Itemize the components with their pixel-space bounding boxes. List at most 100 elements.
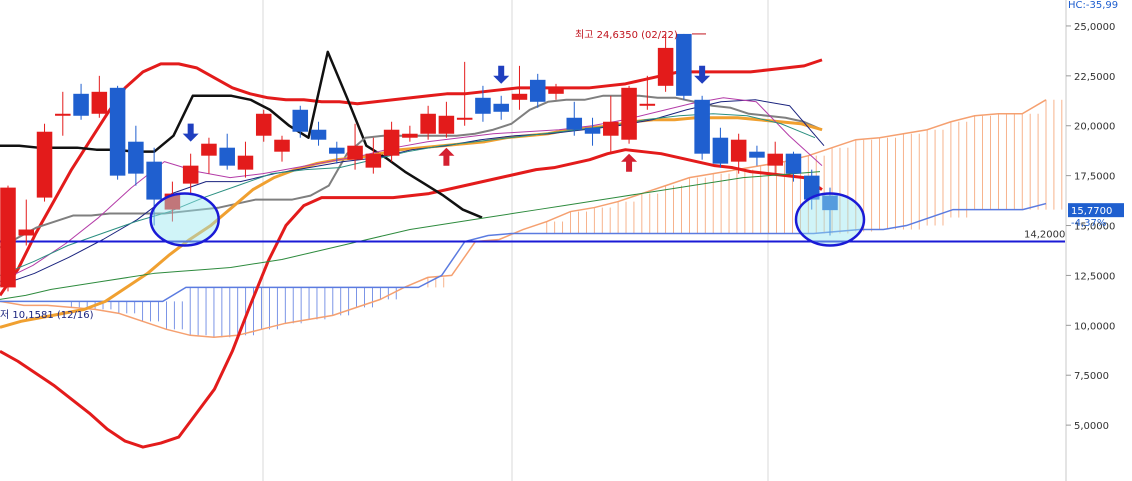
candle <box>365 137 382 174</box>
candle-body <box>785 153 802 174</box>
stock-chart: 25,0000 22,5000 20,0000 17,5000 15,0000 12,50… <box>0 0 1132 481</box>
y-tick-label: 12,5000 <box>1074 271 1115 282</box>
candle <box>621 85 637 144</box>
candle-body <box>511 93 528 100</box>
candle <box>255 109 272 142</box>
candle <box>73 83 89 120</box>
highlight-circle <box>149 192 220 247</box>
candle <box>91 75 108 118</box>
highlight-circles <box>149 192 866 247</box>
bollinger-lower-line <box>0 148 823 449</box>
candle <box>749 145 765 166</box>
candle-body <box>749 151 765 158</box>
support-level-label: 14,2000 <box>1024 229 1065 240</box>
candle-body <box>219 147 235 166</box>
candle-body <box>730 139 747 162</box>
y-tick-label: 7,5000 <box>1074 371 1109 382</box>
candle <box>274 135 290 162</box>
candle-body <box>402 133 418 138</box>
candle-body <box>109 87 126 176</box>
candle <box>237 141 254 178</box>
candle <box>201 137 217 174</box>
candle-body <box>621 87 637 140</box>
candle <box>292 105 309 138</box>
candle <box>493 95 509 120</box>
candle <box>402 125 418 142</box>
arrow-down-icon <box>694 65 711 84</box>
axis-top-label: HC:-35,99 <box>1068 0 1118 11</box>
y-tick-label: 10,0000 <box>1074 321 1115 332</box>
highlight-circle <box>794 192 866 247</box>
candle-body <box>694 99 710 154</box>
candle-body <box>237 155 254 170</box>
arrow-up-icon <box>438 147 455 166</box>
candle-body <box>456 117 473 120</box>
candle-body <box>420 113 436 134</box>
current-price-label: 15,7700 <box>1071 206 1112 217</box>
candle-body <box>584 127 601 134</box>
candle-body <box>292 109 309 132</box>
candle-body <box>657 47 674 86</box>
chart-canvas: 25,000022,500020,000017,500015,000012,50… <box>0 0 1124 481</box>
high-price-label: 최고 24,6350 (02/22) <box>575 29 678 41</box>
y-tick-label: 22,5000 <box>1074 72 1115 83</box>
candle-body <box>676 33 692 96</box>
y-tick-label: 17,5000 <box>1074 172 1115 183</box>
candle <box>603 95 619 154</box>
candle-body <box>128 141 144 174</box>
candle-body <box>767 153 783 166</box>
candle-body <box>201 143 217 156</box>
candle-body <box>0 187 16 288</box>
arrow-up-icon <box>621 153 638 172</box>
candle-body <box>146 161 162 200</box>
candle-body <box>566 117 583 130</box>
candle-body <box>603 121 619 136</box>
candle-body <box>548 87 564 94</box>
candle <box>438 101 455 138</box>
candle-body <box>329 147 345 154</box>
arrow-down-icon <box>182 123 199 142</box>
candle-body <box>274 139 290 152</box>
candle-body <box>365 153 382 168</box>
candle-body <box>639 103 656 106</box>
candle-body <box>347 145 363 160</box>
candle-body <box>55 113 71 116</box>
candle <box>529 73 546 108</box>
candle <box>584 117 601 146</box>
candle <box>128 125 144 186</box>
candle-body <box>18 229 35 236</box>
candle <box>420 105 436 140</box>
y-tick-label: 20,0000 <box>1074 122 1115 133</box>
candle <box>0 185 16 292</box>
candle <box>694 95 710 160</box>
candle-body <box>91 91 108 114</box>
candle <box>55 91 71 136</box>
low-price-label: 저 10,1581 (12/16) <box>0 309 94 321</box>
y-tick-label: 5,0000 <box>1074 421 1109 432</box>
candle-body <box>383 129 400 156</box>
candle-body <box>310 129 327 140</box>
candle <box>712 127 729 168</box>
candle <box>182 153 199 194</box>
candle-body <box>493 103 509 112</box>
arrow-down-icon <box>493 65 510 84</box>
candle-body <box>36 131 53 198</box>
change-percent-label: -4,37% <box>1071 218 1106 229</box>
candle-body <box>182 165 199 184</box>
candle-body <box>73 93 89 116</box>
candle-body <box>255 113 272 136</box>
annotations: 최고 24,6350 (02/22) 저 10,1581 (12/16) 14,20… <box>0 29 1124 321</box>
candle <box>109 85 126 180</box>
candle-body <box>529 79 546 102</box>
candle <box>36 123 53 202</box>
candle <box>676 33 692 100</box>
candle <box>548 83 564 100</box>
candle-body <box>475 97 491 114</box>
candle <box>310 121 327 146</box>
candle-body <box>438 115 455 134</box>
candle-body <box>712 137 729 164</box>
candle <box>383 121 400 162</box>
candle <box>219 133 235 170</box>
y-tick-label: 25,0000 <box>1074 22 1115 33</box>
candle <box>767 141 783 174</box>
